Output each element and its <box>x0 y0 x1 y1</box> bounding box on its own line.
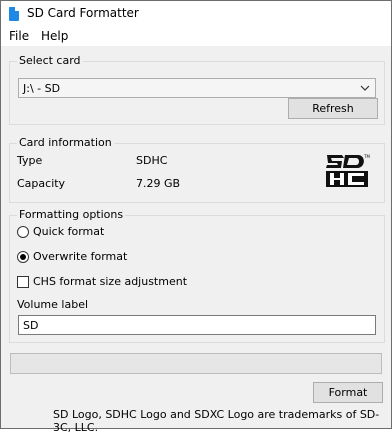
svg-text:TM: TM <box>363 154 370 159</box>
menu-bar: File Help <box>1 27 391 46</box>
card-info-legend: Card information <box>17 136 114 149</box>
chevron-down-icon <box>360 85 370 91</box>
card-select-dropdown[interactable]: J:\ - SD <box>18 78 376 98</box>
chs-adjustment-label[interactable]: CHS format size adjustment <box>33 275 187 288</box>
format-progress-bar <box>10 353 382 374</box>
window-title: SD Card Formatter <box>27 6 139 20</box>
overwrite-format-radio[interactable] <box>17 251 29 263</box>
capacity-label: Capacity <box>17 177 66 190</box>
selected-card-value: J:\ - SD <box>23 82 61 95</box>
quick-format-label[interactable]: Quick format <box>33 225 104 238</box>
volume-label-input[interactable] <box>19 316 375 334</box>
card-info-group: Card information Type SDHC Capacity 7.29… <box>9 136 385 203</box>
volume-label-title: Volume label <box>17 298 89 311</box>
menu-file[interactable]: File <box>9 29 29 43</box>
quick-format-radio[interactable] <box>17 226 29 238</box>
title-bar: SD Card Formatter <box>1 1 391 27</box>
format-button[interactable]: Format <box>313 382 383 403</box>
app-window: SD Card Formatter File Help Select card … <box>0 0 392 434</box>
formatting-options-legend: Formatting options <box>17 208 126 221</box>
overwrite-format-label[interactable]: Overwrite format <box>33 250 127 263</box>
volume-label-field[interactable] <box>18 315 376 335</box>
formatting-options-group: Formatting options Quick format Overwrit… <box>9 208 385 343</box>
sdhc-logo-icon: TM <box>326 154 370 187</box>
refresh-button[interactable]: Refresh <box>288 98 378 119</box>
capacity-value: 7.29 GB <box>136 177 181 190</box>
chs-adjustment-checkbox[interactable] <box>17 276 29 288</box>
select-card-legend: Select card <box>17 54 83 67</box>
menu-help[interactable]: Help <box>41 29 68 43</box>
select-card-group: Select card J:\ - SD Refresh <box>9 54 385 125</box>
trademark-notice: SD Logo, SDHC Logo and SDXC Logo are tra… <box>53 408 380 434</box>
sd-card-app-icon <box>9 7 19 21</box>
type-label: Type <box>17 154 43 167</box>
type-value: SDHC <box>136 154 168 167</box>
